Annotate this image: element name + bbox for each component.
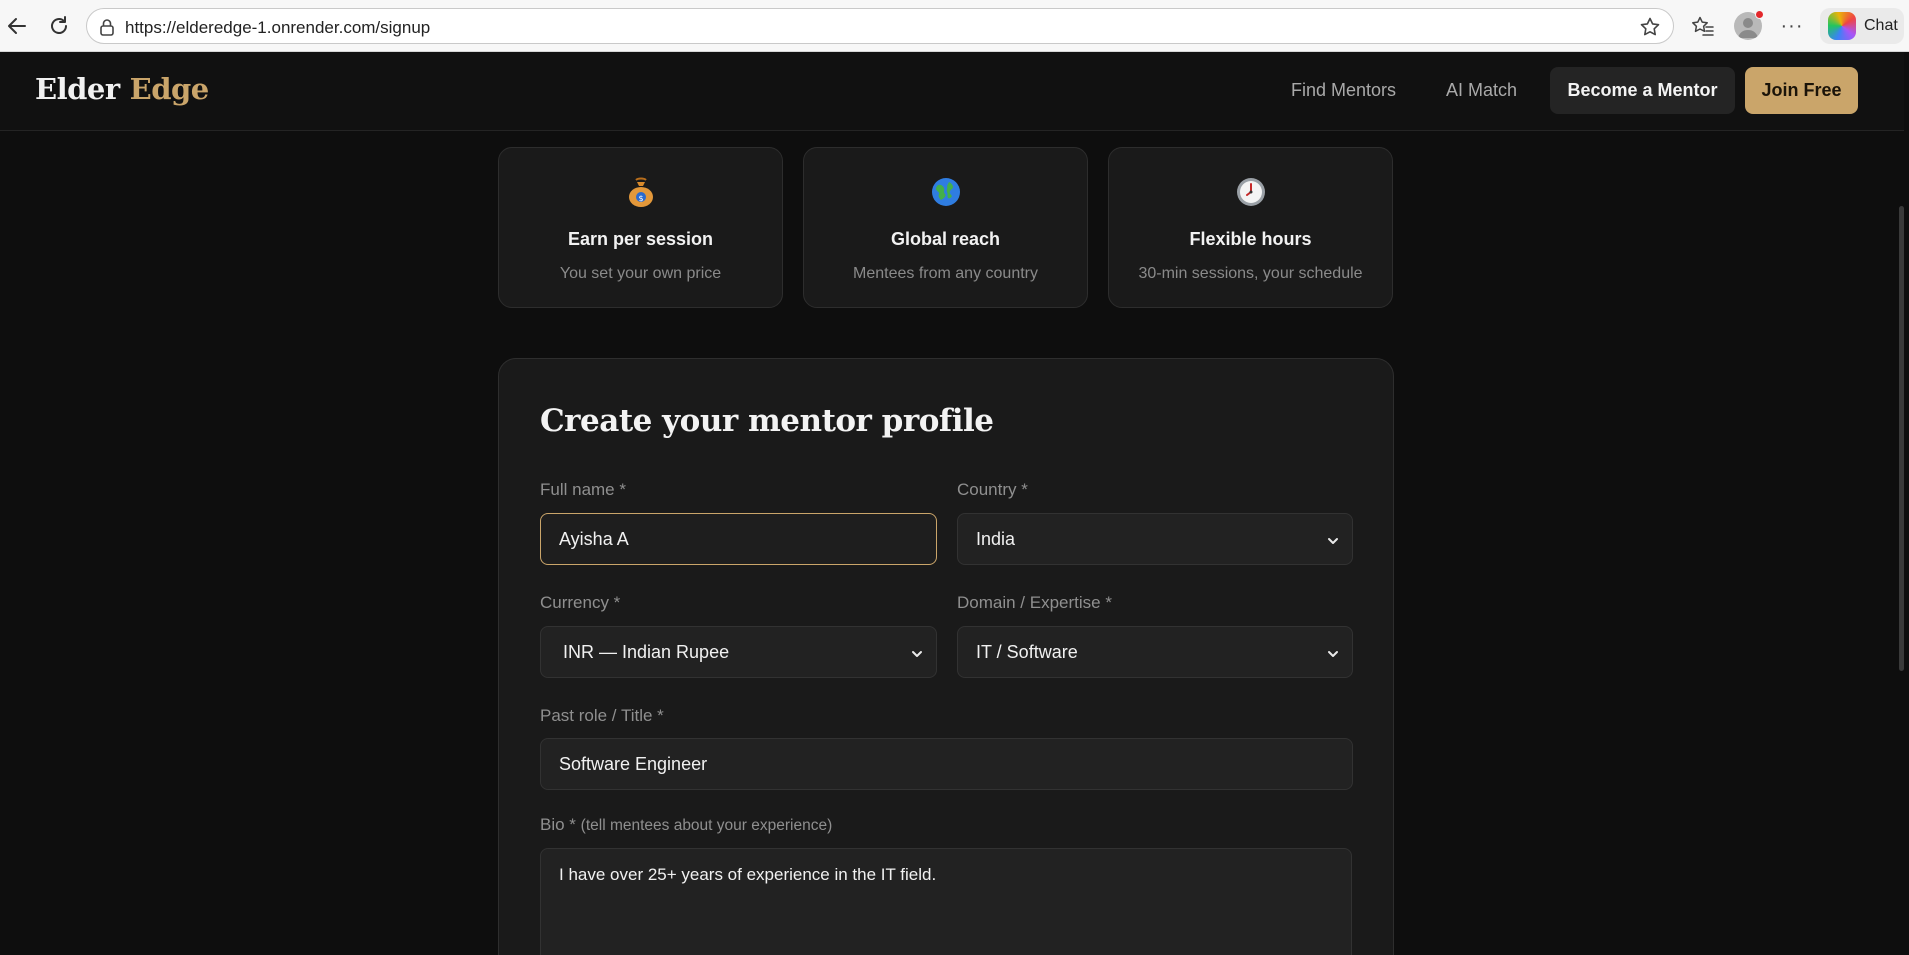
currency-select[interactable]: INR — Indian Rupee <box>540 626 937 678</box>
profile-button[interactable] <box>1731 9 1765 43</box>
bio-label-text: Bio * <box>540 815 576 834</box>
nav-find-mentors[interactable]: Find Mentors <box>1291 80 1396 101</box>
clock-icon <box>1109 176 1392 208</box>
feature-subtitle: You set your own price <box>559 265 722 282</box>
money-bag-icon: $ <box>499 176 782 208</box>
currency-label: Currency * <box>540 593 621 612</box>
mentor-profile-form: Create your mentor profile Full name * A… <box>498 358 1394 955</box>
country-select[interactable]: India <box>957 513 1353 565</box>
feature-title: Flexible hours <box>1189 229 1312 249</box>
currency-value: INR — Indian Rupee <box>563 641 730 662</box>
logo-accent: Edge <box>129 72 210 106</box>
form-title: Create your mentor profile <box>540 403 994 439</box>
feature-card-flexible: Flexible hours 30-min sessions, your sch… <box>1108 147 1393 308</box>
domain-select[interactable]: IT / Software <box>957 626 1353 678</box>
feature-card-earn: $ Earn per session You set your own pric… <box>498 147 783 308</box>
domain-value: IT / Software <box>976 641 1078 662</box>
chevron-down-icon <box>1326 645 1340 666</box>
role-value: Software Engineer <box>559 753 708 774</box>
arrow-left-icon <box>8 18 26 34</box>
domain-label: Domain / Expertise * <box>957 593 1112 612</box>
country-value: India <box>976 528 1016 549</box>
address-bar[interactable]: https://elderedge-1.onrender.com/signup <box>86 8 1674 44</box>
country-label: Country * <box>957 480 1028 499</box>
svg-text:$: $ <box>638 194 643 203</box>
feature-subtitle: 30-min sessions, your schedule <box>1138 265 1363 282</box>
site-header: Elder Edge Find Mentors AI Match Become a… <box>0 52 1904 131</box>
join-free-button[interactable]: Join Free <box>1745 67 1858 114</box>
url-text[interactable]: https://elderedge-1.onrender.com/signup <box>125 18 430 38</box>
feature-title: Earn per session <box>567 229 714 249</box>
notification-dot <box>1755 10 1764 19</box>
globe-icon <box>804 176 1087 208</box>
lock-icon <box>99 18 115 41</box>
favorites-icon <box>1692 16 1714 36</box>
page-scrollbar[interactable] <box>1899 206 1904 671</box>
bio-label: Bio * (tell mentees about your experienc… <box>540 815 832 835</box>
full-name-input[interactable]: Ayisha A <box>540 513 937 565</box>
role-label: Past role / Title * <box>540 706 664 725</box>
logo-primary: Elder <box>35 72 120 106</box>
chevron-down-icon <box>910 645 924 666</box>
browser-toolbar: https://elderedge-1.onrender.com/signup … <box>0 0 1909 52</box>
reload-icon <box>51 16 67 34</box>
more-options-icon[interactable]: ··· <box>1777 11 1807 41</box>
feature-title: Global reach <box>890 229 1001 249</box>
full-name-label: Full name * <box>540 480 626 499</box>
bio-textarea[interactable]: I have over 25+ years of experience in t… <box>540 848 1352 955</box>
feature-subtitle: Mentees from any country <box>853 265 1038 282</box>
bio-hint: (tell mentees about your experience) <box>580 817 833 834</box>
role-input[interactable]: Software Engineer <box>540 738 1353 790</box>
become-mentor-button[interactable]: Become a Mentor <box>1550 67 1735 114</box>
favorites-button[interactable] <box>1688 11 1718 41</box>
full-name-value: Ayisha A <box>559 528 629 549</box>
nav-ai-match[interactable]: AI Match <box>1446 80 1517 101</box>
bio-value: I have over 25+ years of experience in t… <box>559 865 937 884</box>
reload-button[interactable] <box>44 11 74 41</box>
chat-label: Chat <box>1864 17 1898 34</box>
site-logo[interactable]: Elder Edge <box>35 72 209 106</box>
back-button[interactable] <box>2 11 32 41</box>
chevron-down-icon <box>1326 532 1340 553</box>
feature-card-global: Global reach Mentees from any country <box>803 147 1088 308</box>
copilot-icon <box>1828 12 1856 40</box>
chat-button[interactable]: Chat <box>1820 8 1904 44</box>
star-icon[interactable] <box>1639 16 1661 43</box>
